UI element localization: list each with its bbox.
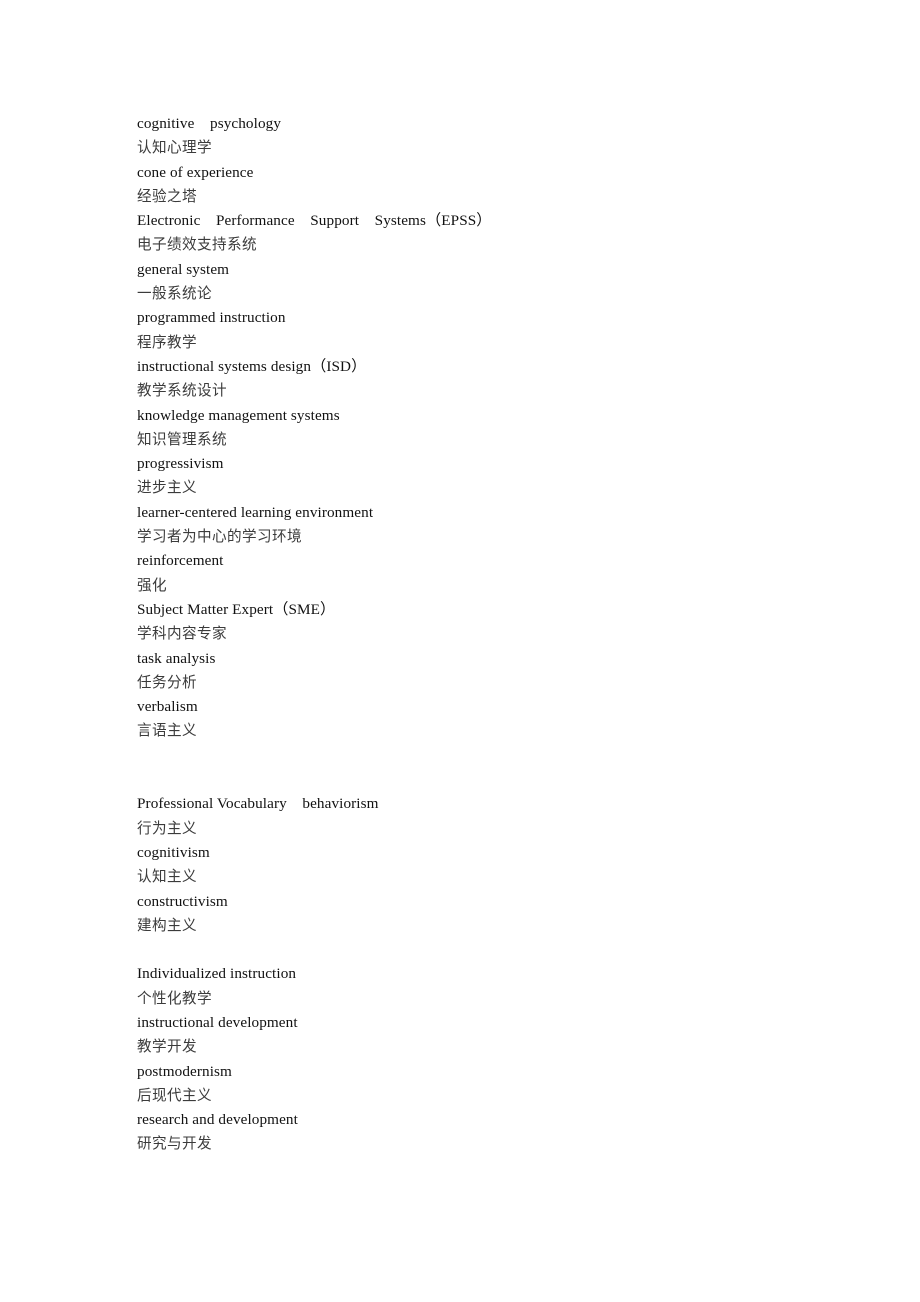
glossary-term-chinese: 学科内容专家: [137, 625, 227, 643]
glossary-term-english: cognitivism: [137, 843, 210, 861]
glossary-term-english: research and development: [137, 1111, 298, 1129]
glossary-term-chinese: 强化: [137, 576, 167, 594]
glossary-term-chinese: 言语主义: [137, 722, 197, 740]
glossary-term-english: Subject Matter Expert（SME）: [137, 600, 336, 618]
glossary-term-chinese: 教学系统设计: [137, 382, 227, 400]
glossary-block: Professional Vocabulary behaviorism 行为主义 c…: [137, 792, 837, 938]
glossary-term-english: task analysis: [137, 649, 216, 667]
glossary-term-chinese: 行为主义: [137, 819, 197, 837]
glossary-term-chinese: 研究与开发: [137, 1135, 212, 1153]
glossary-term-english: Individualized instruction: [137, 965, 297, 983]
document-body: cognitive psychology 认知心理学 cone of experie…: [137, 112, 837, 1157]
glossary-term-chinese: 教学开发: [137, 1038, 197, 1056]
glossary-term-english: Electronic Performance Support Systems（E…: [137, 212, 492, 230]
glossary-term-english: Professional Vocabulary behaviorism: [137, 795, 379, 813]
glossary-term-english: cognitive psychology: [137, 115, 282, 132]
glossary-term-english: progressivism: [137, 455, 224, 473]
glossary-term-chinese: 建构主义: [137, 916, 197, 934]
glossary-term-english: cone of experience: [137, 163, 254, 181]
glossary-term-english: general system: [137, 260, 230, 278]
glossary-term-english: postmodernism: [137, 1062, 232, 1080]
glossary-block: cognitive psychology 认知心理学 cone of experie…: [137, 112, 837, 744]
glossary-term-chinese: 任务分析: [137, 673, 197, 691]
glossary-term-chinese: 程序教学: [137, 333, 197, 351]
glossary-term-english: knowledge management systems: [137, 406, 340, 424]
glossary-term-chinese: 后现代主义: [137, 1086, 212, 1104]
glossary-term-chinese: 电子绩效支持系统: [137, 236, 257, 254]
glossary-term-english: instructional development: [137, 1013, 298, 1031]
glossary-term-chinese: 学习者为中心的学习环境: [137, 528, 302, 546]
glossary-term-english: verbalism: [137, 698, 198, 716]
glossary-term-chinese: 经验之塔: [137, 187, 197, 205]
glossary-term-chinese: 进步主义: [137, 479, 197, 497]
glossary-term-english: instructional systems design（ISD）: [137, 357, 367, 375]
glossary-term-chinese: 认知主义: [137, 868, 197, 886]
glossary-term-chinese: 认知心理学: [137, 139, 212, 157]
glossary-term-english: constructivism: [137, 892, 228, 910]
glossary-term-english: programmed instruction: [137, 309, 286, 327]
glossary-term-chinese: 个性化教学: [137, 989, 212, 1007]
glossary-term-chinese: 一般系统论: [137, 285, 212, 303]
glossary-term-english: learner-centered learning environment: [137, 503, 374, 521]
document-page: cognitive psychology 认知心理学 cone of experie…: [0, 0, 920, 1302]
glossary-term-english: reinforcement: [137, 552, 224, 570]
glossary-term-chinese: 知识管理系统: [137, 430, 227, 448]
glossary-block: Individualized instruction 个性化教学 instructi…: [137, 962, 837, 1156]
